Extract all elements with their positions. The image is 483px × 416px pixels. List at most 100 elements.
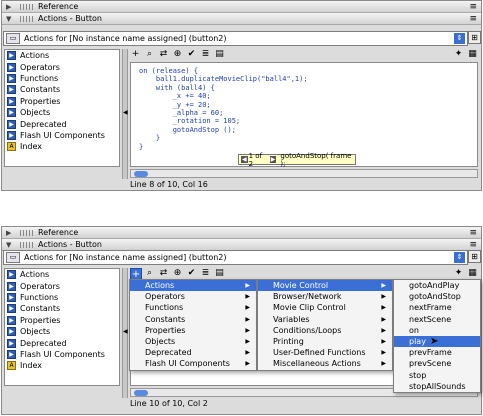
menu-item-deprecated[interactable]: Deprecated ▶ — [130, 347, 256, 358]
menu-item-play[interactable]: play ➤ — [394, 335, 480, 348]
toolbox-item-functions[interactable]: ▶ Functions — [5, 73, 119, 84]
menu-item-nextframe[interactable]: nextFrame — [394, 302, 480, 313]
menu-item-user-defined-functions[interactable]: User-Defined Functions ▶ — [258, 347, 392, 358]
panel-menu-icon[interactable]: ≡ — [469, 2, 477, 12]
reference-bar[interactable]: ▶ Reference ≡ — [2, 1, 481, 13]
code-line[interactable]: gotoAndStop (); — [139, 126, 477, 134]
menu-item-browser-network[interactable]: Browser/Network ▶ — [258, 291, 392, 302]
find-icon[interactable]: ⌕ — [144, 268, 155, 278]
replace-icon[interactable]: ⇄ — [158, 49, 169, 59]
scroll-thumb[interactable] — [134, 390, 148, 396]
panel-menu-icon[interactable]: ≡ — [469, 14, 477, 24]
toolbox-item-constants[interactable]: ▶ Constants — [5, 84, 119, 95]
reference-bar[interactable]: ▶ Reference ≡ — [2, 227, 481, 239]
code-hint-tooltip[interactable]: ◀ 1 of 2 ▶ gotoAndStop( frame ); — [238, 152, 356, 168]
add-item-icon[interactable]: + — [130, 49, 141, 59]
toolbox-item-objects[interactable]: ▶ Objects — [5, 326, 119, 337]
menu-item-flash-ui-components[interactable]: Flash UI Components ▶ — [130, 358, 256, 369]
toolbox-item-objects[interactable]: ▶ Objects — [5, 107, 119, 118]
code-line[interactable]: _rotation = 105; — [139, 117, 477, 125]
menu-item-properties[interactable]: Properties ▶ — [130, 325, 256, 336]
menu-item-operators[interactable]: Operators ▶ — [130, 291, 256, 302]
auto-format-icon[interactable]: ≣ — [200, 49, 211, 59]
code-line[interactable]: _y += 20; — [139, 101, 477, 109]
check-syntax-icon[interactable]: ✔ — [186, 268, 197, 278]
menu-item-variables[interactable]: Variables ▶ — [258, 314, 392, 325]
pane-divider[interactable]: ◀ — [122, 49, 128, 179]
pane-divider[interactable]: ◀ — [122, 268, 128, 398]
menu-item-conditions-loops[interactable]: Conditions/Loops ▶ — [258, 325, 392, 336]
debug-options-icon[interactable]: ✦ — [453, 268, 464, 278]
menu-item-prevframe[interactable]: prevFrame — [394, 347, 480, 358]
menu-item-functions[interactable]: Functions ▶ — [130, 302, 256, 313]
toolbox-item-constants[interactable]: ▶ Constants — [5, 303, 119, 314]
target-path-icon[interactable]: ⊕ — [172, 49, 183, 59]
toolbox-item-deprecated[interactable]: ▶ Deprecated — [5, 337, 119, 348]
menu-item-miscellaneous-actions[interactable]: Miscellaneous Actions ▶ — [258, 358, 392, 369]
debug-options-icon[interactable]: ✦ — [453, 49, 464, 59]
menu-item-stopallsounds[interactable]: stopAllSounds — [394, 381, 480, 392]
expanded-triangle-icon[interactable]: ▼ — [6, 15, 16, 23]
script-target-select[interactable]: ▭ Actions for [No instance name assigned]… — [3, 250, 468, 265]
actions-bar[interactable]: ▼ Actions - Button ≡ — [2, 13, 481, 25]
toolbox-item-operators[interactable]: ▶ Operators — [5, 280, 119, 291]
menu-item-on[interactable]: on — [394, 325, 480, 336]
toolbox-item-functions[interactable]: ▶ Functions — [5, 292, 119, 303]
hint-next-icon[interactable]: ▶ — [269, 156, 277, 163]
code-line[interactable]: } — [139, 134, 477, 142]
scroll-thumb[interactable] — [134, 171, 148, 177]
collapsed-triangle-icon[interactable]: ▶ — [6, 229, 16, 237]
menu-item-actions[interactable]: Actions ▶ — [130, 280, 256, 292]
code-line[interactable]: _alpha = 60; — [139, 109, 477, 117]
code-hint-icon[interactable]: ▤ — [214, 49, 225, 59]
menu-item-prevscene[interactable]: prevScene — [394, 358, 480, 369]
expanded-triangle-icon[interactable]: ▼ — [6, 241, 16, 249]
panel-menu-icon[interactable]: ≡ — [469, 228, 477, 238]
code-line[interactable]: } — [139, 143, 477, 151]
code-hint-icon[interactable]: ▤ — [214, 268, 225, 278]
script-target-select[interactable]: ▭ Actions for [No instance name assigned]… — [3, 31, 468, 46]
menu-item-stop[interactable]: stop — [394, 370, 480, 381]
toolbox-item-flash-ui-components[interactable]: ▶ Flash UI Components — [5, 130, 119, 141]
select-arrows-icon[interactable]: ⇕ — [454, 33, 465, 44]
code-line[interactable]: _x += 40; — [139, 92, 477, 100]
code-line[interactable]: ball1.duplicateMovieClip("ball4",1); — [139, 75, 477, 83]
find-icon[interactable]: ⌕ — [144, 49, 155, 59]
menu-item-objects[interactable]: Objects ▶ — [130, 336, 256, 347]
select-arrows-icon[interactable]: ⇕ — [454, 252, 465, 263]
toolbox-item-index[interactable]: A Index — [5, 141, 119, 152]
grip-icon[interactable] — [20, 15, 34, 22]
menu-item-printing[interactable]: Printing ▶ — [258, 336, 392, 347]
toolbox-item-properties[interactable]: ▶ Properties — [5, 315, 119, 326]
code-line[interactable]: on (release) { — [139, 67, 477, 75]
toolbox-item-actions[interactable]: ▶ Actions — [5, 50, 119, 61]
menu-item-gotoandstop[interactable]: gotoAndStop — [394, 291, 480, 302]
toolbox-item-properties[interactable]: ▶ Properties — [5, 96, 119, 107]
pin-script-icon[interactable]: ⊞ — [468, 250, 481, 263]
grip-icon[interactable] — [20, 241, 34, 248]
collapsed-triangle-icon[interactable]: ▶ — [6, 3, 16, 11]
toolbox-item-actions[interactable]: ▶ Actions — [5, 269, 119, 280]
pin-script-icon[interactable]: ⊞ — [468, 31, 481, 44]
menu-item-movie-clip-control[interactable]: Movie Clip Control ▶ — [258, 302, 392, 313]
collapse-arrow-icon[interactable]: ◀ — [123, 328, 128, 335]
toolbox-item-flash-ui-components[interactable]: ▶ Flash UI Components — [5, 349, 119, 360]
menu-item-gotoandplay[interactable]: gotoAndPlay — [394, 280, 480, 291]
toolbox-item-index[interactable]: A Index — [5, 360, 119, 371]
code-line[interactable]: with (ball4) { — [139, 84, 477, 92]
view-options-icon[interactable]: ▦ — [467, 268, 478, 278]
menu-item-constants[interactable]: Constants ▶ — [130, 314, 256, 325]
toolbox-item-operators[interactable]: ▶ Operators — [5, 61, 119, 72]
toolbox-item-deprecated[interactable]: ▶ Deprecated — [5, 118, 119, 129]
menu-item-movie-control[interactable]: Movie Control ▶ — [258, 280, 392, 292]
auto-format-icon[interactable]: ≣ — [200, 268, 211, 278]
replace-icon[interactable]: ⇄ — [158, 268, 169, 278]
code-lines[interactable]: on (release) { ball1.duplicateMovieClip(… — [131, 63, 477, 151]
horizontal-scrollbar[interactable] — [130, 169, 478, 178]
grip-icon[interactable] — [20, 229, 34, 236]
collapse-arrow-icon[interactable]: ◀ — [123, 109, 128, 116]
hint-prev-icon[interactable]: ◀ — [241, 156, 248, 163]
menu-item-nextscene[interactable]: nextScene — [394, 314, 480, 325]
check-syntax-icon[interactable]: ✔ — [186, 49, 197, 59]
target-path-icon[interactable]: ⊕ — [172, 268, 183, 278]
